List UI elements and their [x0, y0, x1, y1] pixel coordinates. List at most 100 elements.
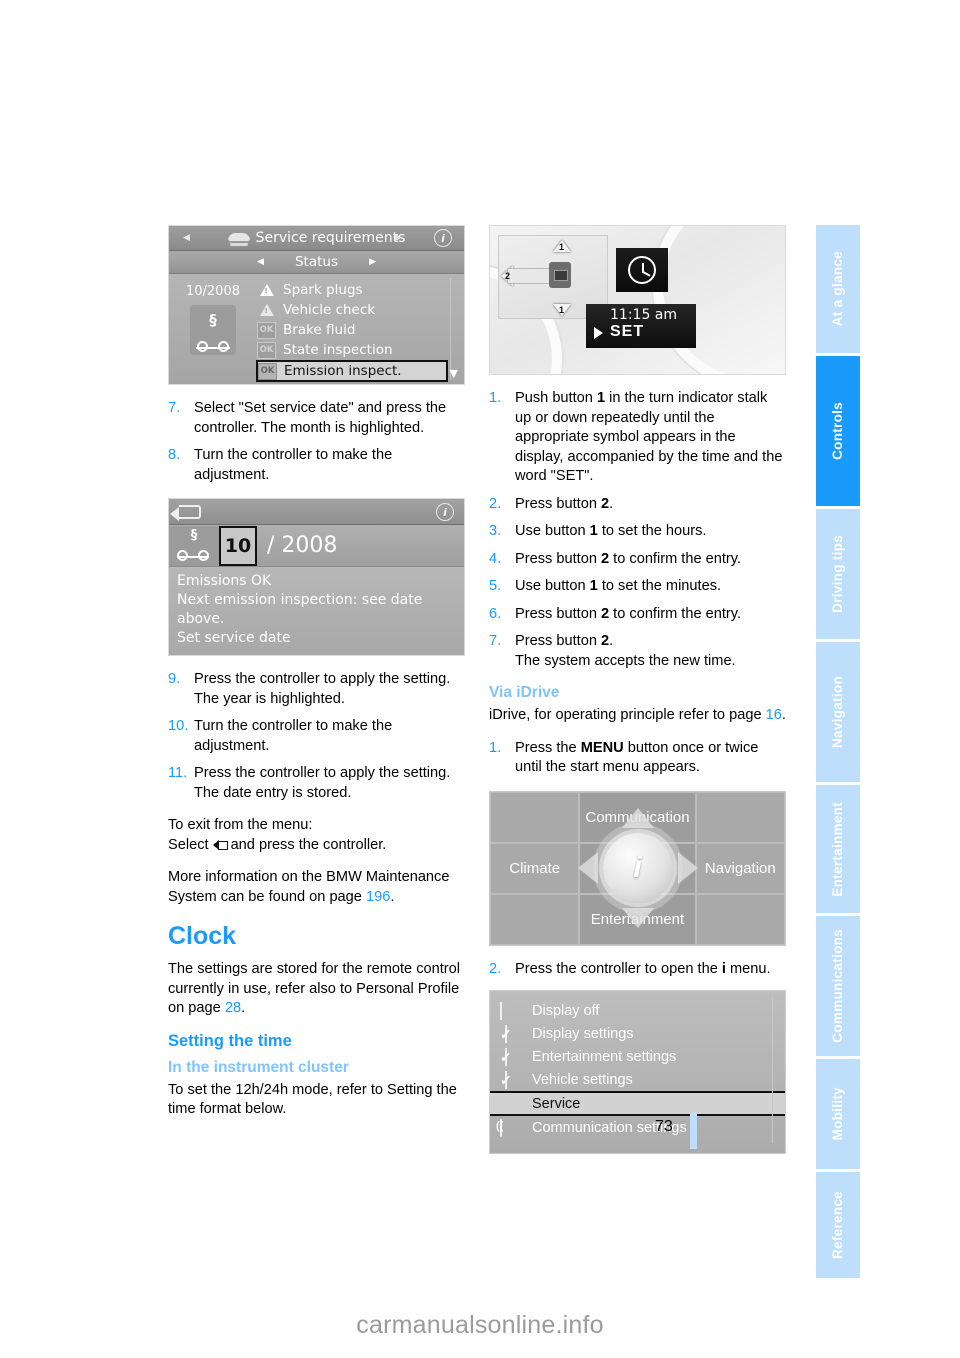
left-arrow-icon[interactable]: ◀: [183, 233, 190, 243]
arrow-down-icon: [621, 908, 654, 928]
step-text-fragment: Use button: [515, 523, 590, 539]
more-info-period: .: [390, 888, 395, 905]
instruction-step: 8. Turn the controller to make the adjust…: [168, 446, 465, 485]
instrument-cluster-heading: In the instrument cluster: [168, 1058, 349, 1076]
service-requirements-screen: ◀ Service requirements ▶ i ◀ Status ▶ 10…: [168, 225, 465, 385]
step-text-fragment: Push button: [515, 390, 597, 406]
service-item-row[interactable]: OK Brake fluid: [257, 320, 448, 340]
right-arrow-icon[interactable]: ▶: [395, 233, 402, 243]
step-number: 6.: [489, 605, 502, 622]
service-item-label: Vehicle check: [283, 302, 376, 318]
idrive-label-navigation: Navigation: [704, 859, 776, 877]
stalk-label-1b: 1: [559, 305, 565, 315]
i-menu-image[interactable]: Display off ✓ Display settings ✓ Entertainme…: [489, 990, 786, 1154]
service-item-row[interactable]: OK Emission inspect.: [256, 360, 448, 382]
sidebar-tab-communications[interactable]: Communications: [816, 916, 860, 1056]
exit-menu-block: To exit from the menu: Select and press t…: [168, 816, 465, 855]
i-menu-item[interactable]: ((Communication settings: [490, 1116, 785, 1139]
idrive-cell-empty-tr: [695, 791, 785, 843]
right-arrow-icon[interactable]: ▶: [369, 257, 376, 267]
sidebar-tab-mobility[interactable]: Mobility: [816, 1059, 860, 1169]
year-field[interactable]: / 2008: [257, 533, 337, 558]
section-tabs-sidebar[interactable]: At a glance Controls Driving tips Navigatio…: [816, 225, 860, 1278]
instruction-step: 5. Use button 1 to set the minutes.: [489, 577, 786, 597]
cluster-time: 11:15 am: [610, 307, 678, 323]
step-number: 8.: [168, 447, 181, 463]
left-column: ◀ Service requirements ▶ i ◀ Status ▶ 10…: [168, 225, 465, 1133]
scrollbar[interactable]: [772, 997, 773, 1143]
ok-icon: OK: [257, 321, 276, 339]
step-text-fragment: Press button: [515, 550, 601, 567]
arrow-left-icon: [577, 852, 598, 884]
step-text: Press the controller to apply the settin…: [194, 765, 451, 801]
via-idrive-heading: Via iDrive: [489, 684, 560, 701]
i-menu-item[interactable]: Display off: [490, 999, 785, 1022]
antenna-icon: ((: [496, 1118, 524, 1137]
instruction-step: 11. Press the controller to apply the set…: [168, 764, 465, 803]
info-icon[interactable]: i: [436, 503, 454, 521]
idrive-step-2: 2. Press the controller to open the i me…: [489, 960, 786, 980]
sidebar-tab-reference[interactable]: Reference: [816, 1172, 860, 1278]
stalk-label-2: 2: [505, 271, 511, 281]
sidebar-tab-driving-tips[interactable]: Driving tips: [816, 509, 860, 639]
sidebar-tab-navigation[interactable]: Navigation: [816, 642, 860, 782]
idrive-item-navigation[interactable]: Navigation: [695, 842, 785, 894]
step-text: Press the controller to open the i menu.: [515, 960, 786, 980]
chevron-down-icon[interactable]: ▼: [450, 367, 458, 380]
back-arrow-icon[interactable]: [170, 505, 201, 521]
step-text-fragment: .: [609, 495, 614, 512]
step-text: Press the MENU button once or twice unti…: [515, 739, 786, 778]
sidebar-tab-entertainment[interactable]: Entertainment: [816, 785, 860, 913]
info-icon[interactable]: i: [434, 229, 452, 247]
sidebar-tab-label: Mobility: [830, 1087, 846, 1141]
more-info-text: More information on the BMW Maintenance …: [168, 869, 450, 905]
sidebar-tab-label: Reference: [830, 1191, 846, 1259]
stalk-label-1: 1: [559, 242, 565, 252]
service-item-label: State inspection: [283, 342, 393, 358]
i-menu-item[interactable]: Service: [490, 1091, 785, 1116]
left-arrow-icon[interactable]: ◀: [257, 257, 264, 267]
service-items-list[interactable]: Spark plugs Vehicle check OK Brake fluid OK S…: [256, 280, 464, 382]
i-menu-item[interactable]: ✓ Entertainment settings: [490, 1045, 785, 1068]
exit-line-2-pre: Select: [168, 836, 209, 853]
instruction-step: 6. Press button 2 to confirm the entry.: [489, 605, 786, 625]
service-item-row[interactable]: Spark plugs: [257, 280, 448, 300]
page-link-28[interactable]: 28: [225, 1000, 241, 1016]
sidebar-tab-label: At a glance: [830, 251, 846, 327]
sidebar-tab-controls[interactable]: Controls: [816, 356, 860, 506]
step-number: 4.: [489, 550, 502, 567]
service-item-row[interactable]: OK State inspection: [257, 340, 448, 360]
date-setting-text: Emissions OK Next emission inspection: se…: [169, 567, 464, 655]
button-number-label: 1: [589, 523, 598, 539]
page-link-196[interactable]: 196: [366, 889, 390, 905]
i-menu-item[interactable]: ✓ Display settings: [490, 1022, 785, 1045]
right-steps-group: 1. Push button 1 in the turn indicator st…: [489, 389, 786, 671]
idrive-item-climate[interactable]: Climate: [490, 842, 580, 894]
arrow-up-icon: [621, 808, 654, 828]
clock-intro-block: The settings are stored for the remote c…: [168, 960, 465, 1019]
button-number-label: 2: [601, 633, 610, 649]
dial-right: [653, 226, 785, 374]
service-date: 10/2008: [185, 284, 240, 299]
service-item-row[interactable]: Vehicle check: [257, 300, 448, 320]
step-number: 10.: [168, 718, 189, 734]
clock-symbol-display: [616, 248, 668, 292]
step-text-fragment: to confirm the entry.: [609, 550, 742, 567]
service-item-label: Emission inspect.: [284, 363, 402, 379]
step-text-fragment: to set the minutes.: [597, 578, 722, 594]
sidebar-tab-label: Communications: [830, 929, 846, 1043]
sidebar-tab-at-a-glance[interactable]: At a glance: [816, 225, 860, 353]
warning-triangle-icon: [257, 282, 276, 299]
sidebar-tab-label: Controls: [830, 402, 846, 460]
cluster-set-word: SET: [610, 323, 645, 340]
service-requirements-header: ◀ Service requirements ▶ i: [169, 226, 464, 251]
step-number: 1.: [489, 390, 502, 406]
page-link-16[interactable]: 16: [766, 707, 782, 723]
i-menu-item[interactable]: ✓ Vehicle settings: [490, 1068, 785, 1091]
month-field[interactable]: 10: [219, 525, 257, 566]
date-setting-line: Set service date: [177, 630, 291, 646]
step-text-pre: Press the controller to open the: [515, 960, 722, 977]
stalk-body: [507, 268, 553, 284]
step-text: Turn the controller to make the adjustme…: [194, 718, 393, 754]
scrollbar[interactable]: [450, 278, 460, 380]
